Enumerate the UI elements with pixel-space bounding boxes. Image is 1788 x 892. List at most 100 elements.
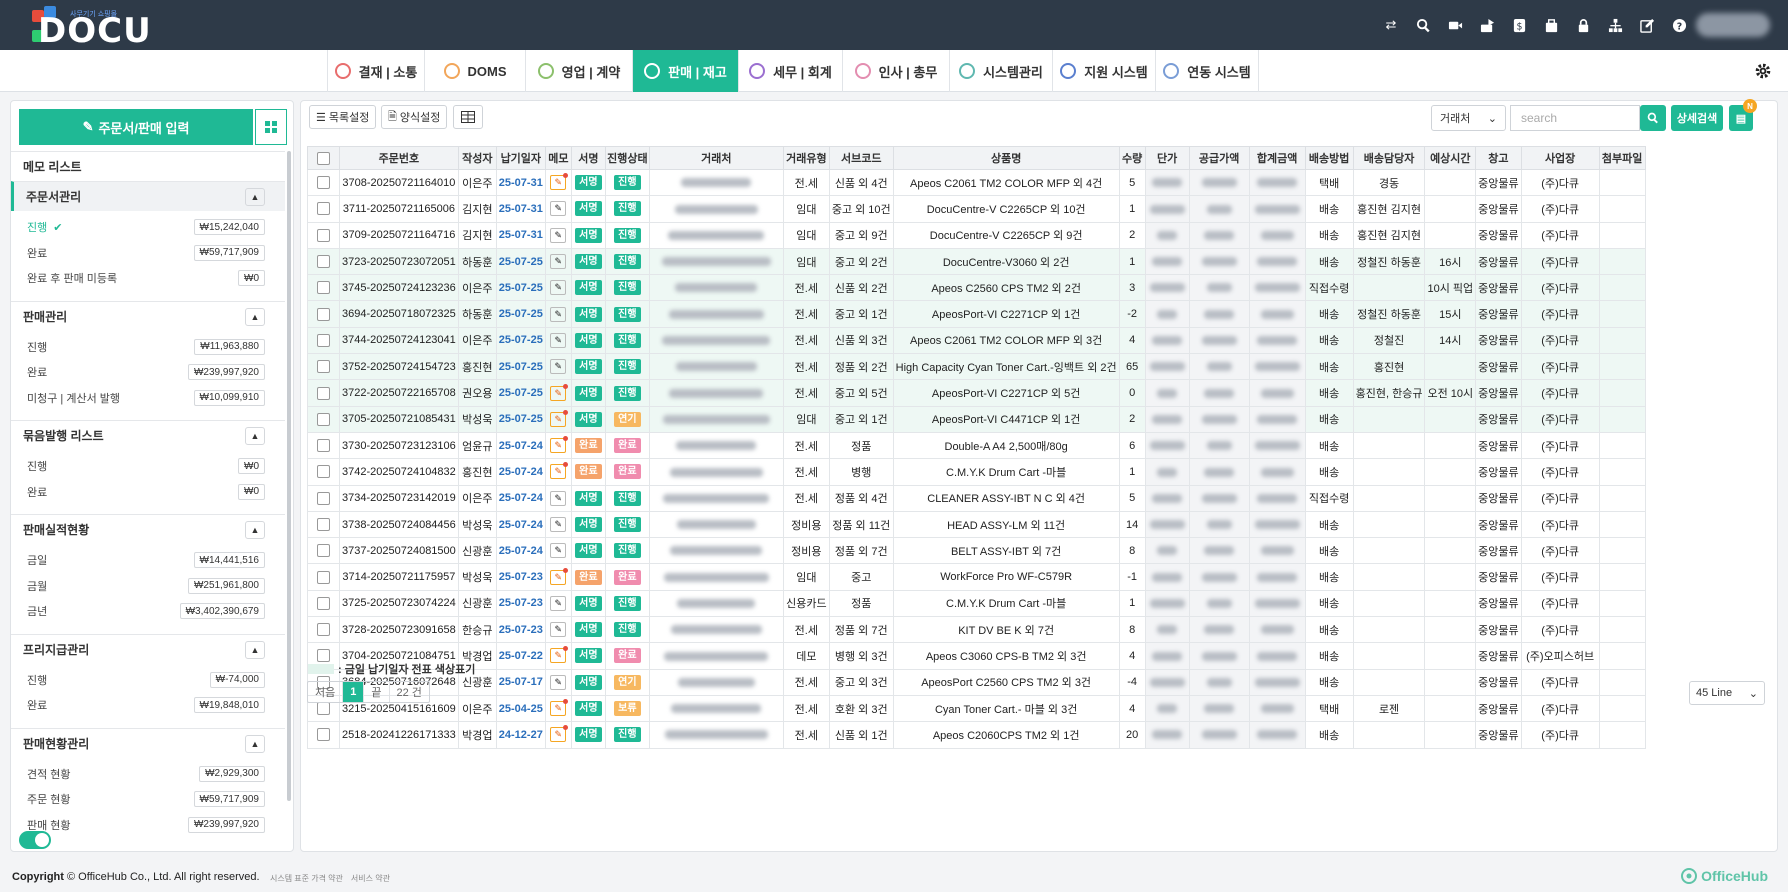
sign-badge[interactable]: 서명 [575, 543, 602, 559]
edit-icon[interactable] [1638, 16, 1656, 34]
column-header[interactable]: 창고 [1475, 146, 1522, 170]
table-row[interactable]: 2518-20241226171333 박경업 24-12-27 ✎ 서명 진행 전.세 신품… [307, 721, 1646, 749]
product-name[interactable]: Double-A A4 2,500매/80g [892, 431, 1120, 460]
memo-edit-icon[interactable]: ✎ [550, 646, 569, 664]
column-header[interactable]: 진행상태 [604, 146, 650, 170]
memo-edit-icon[interactable]: ✎ [550, 622, 567, 638]
column-header[interactable]: 상품명 [892, 146, 1120, 170]
chevron-up-icon[interactable]: ▲ [245, 188, 265, 206]
product-name[interactable]: WorkForce Pro WF-C579R [892, 563, 1120, 591]
order-number[interactable]: 3725-20250723074224 [339, 589, 459, 618]
product-name[interactable]: Apeos C2560 CPS TM2 외 2건 [892, 274, 1120, 302]
product-name[interactable]: C.M.Y.K Drum Cart -마블 [892, 589, 1120, 618]
docu-logo[interactable]: 사무기기 쇼핑몰 DOCU [30, 4, 151, 48]
nav-tab-3[interactable]: 판매 | 재고 [632, 50, 738, 92]
column-header[interactable]: 사업장 [1520, 146, 1600, 170]
memo-edit-icon[interactable]: ✎ [550, 725, 569, 743]
footer-link-service-terms[interactable]: 서비스 약관 [351, 873, 390, 884]
memo-list-link[interactable]: 메모 리스트 [11, 151, 285, 181]
sign-badge[interactable]: 서명 [575, 280, 602, 296]
order-number[interactable]: 2518-20241226171333 [339, 721, 459, 749]
memo-edit-icon[interactable]: ✎ [550, 462, 569, 480]
sign-badge[interactable]: 서명 [575, 490, 602, 506]
attachment-cell[interactable] [1598, 353, 1646, 381]
sign-badge[interactable]: 완료 [575, 464, 602, 480]
column-header[interactable]: 수량 [1118, 146, 1146, 170]
column-header[interactable]: 거래처 [648, 146, 784, 170]
table-row[interactable]: 3722-20250722165708 권오용 25-07-25 ✎ 서명 진행 전.세 중고… [307, 379, 1646, 407]
sidebar-item[interactable]: 완료 ₩0 [11, 480, 285, 504]
row-checkbox[interactable] [317, 596, 330, 610]
table-row[interactable]: 3734-20250723142019 이은주 25-07-24 ✎ 서명 진행 전.세 정품… [307, 484, 1646, 512]
sidebar-scrollbar[interactable] [287, 151, 291, 801]
order-number[interactable]: 3723-20250723072051 [339, 247, 459, 276]
column-header[interactable] [307, 146, 340, 170]
attachment-cell[interactable] [1598, 642, 1646, 670]
product-name[interactable]: Cyan Toner Cart.- 마블 외 3건 [892, 694, 1120, 723]
sidebar-item[interactable]: 금년 ₩3,402,390,679 [11, 599, 285, 623]
sign-badge[interactable]: 서명 [575, 254, 602, 270]
sidebar-item[interactable]: 금일 ₩14,441,516 [11, 548, 285, 572]
nav-tab-8[interactable]: 연동 시스템 [1155, 50, 1259, 92]
sidebar-item[interactable]: 미청구 | 계산서 발행 ₩10,099,910 [11, 386, 285, 410]
form-settings-button[interactable]: 🗎 양식설정 [381, 105, 448, 129]
memo-edit-icon[interactable]: ✎ [550, 567, 569, 585]
lines-per-page-select[interactable]: 45 Line ⌄ [1689, 681, 1765, 705]
table-row[interactable]: 3752-20250724154723 홍진현 25-07-25 ✎ 서명 진행 전.세 정품… [307, 353, 1646, 381]
pager-last[interactable]: 끝 [364, 682, 390, 702]
attachment-cell[interactable] [1598, 300, 1646, 328]
column-header[interactable]: 단가 [1144, 146, 1190, 170]
order-entry-button[interactable]: ✎ 주문서/판매 입력 [19, 109, 253, 145]
table-row[interactable]: 3745-20250724123236 이은주 25-07-25 ✎ 서명 진행 전.세 신품… [307, 274, 1646, 302]
column-header[interactable]: 거래유형 [782, 146, 830, 170]
share-icon[interactable] [1478, 16, 1496, 34]
org-chart-icon[interactable] [1606, 16, 1624, 34]
list-settings-button[interactable]: ☰ 목록설정 [309, 105, 377, 129]
row-checkbox[interactable] [317, 491, 330, 505]
memo-edit-icon[interactable]: ✎ [550, 254, 567, 270]
attachment-cell[interactable] [1598, 247, 1646, 276]
chevron-up-icon[interactable]: ▲ [245, 521, 265, 539]
table-row[interactable]: 3708-20250721164010 이은주 25-07-31 ✎ 서명 진행 전.세 신품… [307, 168, 1646, 197]
bag-icon[interactable] [1542, 16, 1560, 34]
row-checkbox[interactable] [317, 386, 330, 400]
row-checkbox[interactable] [317, 412, 330, 426]
nav-tab-7[interactable]: 지원 시스템 [1052, 50, 1155, 92]
attachment-cell[interactable] [1598, 563, 1646, 591]
order-number[interactable]: 3734-20250723142019 [339, 484, 459, 512]
row-checkbox[interactable] [317, 544, 330, 558]
excel-button[interactable] [453, 105, 483, 129]
nav-tab-2[interactable]: 영업 | 계약 [525, 50, 632, 92]
attachment-cell[interactable] [1598, 721, 1646, 749]
memo-edit-icon[interactable]: ✎ [550, 543, 567, 559]
row-checkbox[interactable] [317, 176, 330, 190]
nav-tab-5[interactable]: 인사 | 총무 [842, 50, 949, 92]
memo-edit-icon[interactable]: ✎ [550, 306, 567, 322]
nav-tab-1[interactable]: DOMS [424, 50, 525, 92]
sign-badge[interactable]: 서명 [575, 727, 602, 743]
sign-badge[interactable]: 서명 [575, 175, 602, 191]
sidebar-toggle-switch[interactable] [19, 831, 51, 849]
row-checkbox[interactable] [317, 333, 330, 347]
sign-badge[interactable]: 서명 [575, 517, 602, 532]
table-row[interactable]: 3730-20250723123106 엄윤규 25-07-24 ✎ 완료 완료 전.세 정품… [307, 431, 1646, 460]
table-row[interactable]: 3714-20250721175957 박성욱 25-07-23 ✎ 완료 완료 임대 중고 W… [307, 563, 1646, 591]
column-header[interactable]: 서명 [570, 146, 606, 170]
attachment-cell[interactable] [1598, 458, 1646, 486]
table-row[interactable]: 3694-20250718072325 하동훈 25-07-25 ✎ 서명 진행 전.세 중고… [307, 300, 1646, 328]
sign-badge[interactable]: 서명 [575, 227, 602, 243]
sidebar-section-1[interactable]: 판매관리 ▲ [11, 300, 285, 331]
row-checkbox[interactable] [317, 255, 330, 269]
product-name[interactable]: HEAD ASSY-LM 외 11건 [892, 510, 1120, 539]
memo-edit-icon[interactable]: ✎ [550, 699, 569, 717]
column-header[interactable]: 메모 [544, 146, 572, 170]
memo-edit-icon[interactable]: ✎ [550, 436, 569, 454]
sidebar-item[interactable]: 진행 ₩11,963,880 [11, 335, 285, 359]
sign-badge[interactable]: 완료 [575, 438, 602, 454]
order-number[interactable]: 3708-20250721164010 [339, 168, 459, 197]
column-header[interactable]: 공급가액 [1188, 146, 1250, 170]
product-name[interactable]: Apeos C2061 TM2 COLOR MFP 외 4건 [892, 168, 1120, 197]
sign-badge[interactable]: 서명 [575, 385, 602, 401]
transfer-icon[interactable]: ⇄ [1382, 16, 1400, 34]
order-number[interactable]: 3728-20250723091658 [339, 616, 459, 644]
